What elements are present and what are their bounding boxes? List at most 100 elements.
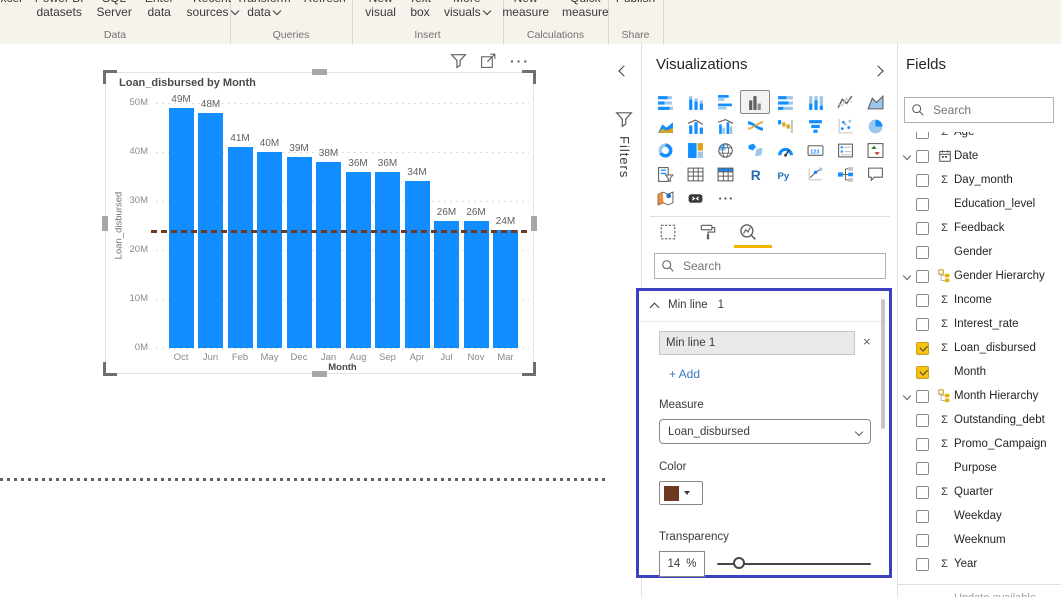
funnel-chart-icon[interactable] [800,114,830,138]
line-clustered-column-chart-icon[interactable] [710,114,740,138]
100-stacked-bar-chart-icon[interactable] [770,90,800,114]
bar-Nov[interactable] [463,221,489,348]
field-checkbox[interactable] [916,461,929,475]
field-row[interactable]: Purpose [898,456,1061,480]
ribbon-button[interactable]: Textbox [409,0,431,19]
tab-fields[interactable] [658,222,678,242]
search-input[interactable] [931,102,1061,118]
clustered-bar-chart-icon[interactable] [710,90,740,114]
matrix-icon[interactable] [710,162,740,186]
kpi-icon[interactable] [860,138,890,162]
qa-visual-icon[interactable] [860,162,890,186]
bar-Oct[interactable] [168,108,194,348]
bar-Jul[interactable] [434,221,459,348]
field-checkbox[interactable] [916,149,929,163]
line-stacked-column-chart-icon[interactable] [680,114,710,138]
field-checkbox[interactable] [916,293,929,307]
field-checkbox[interactable] [916,317,929,331]
search-input[interactable] [681,258,879,274]
ribbon-button[interactable]: Publish [616,0,655,5]
100-stacked-column-chart-icon[interactable] [800,90,830,114]
ribbon-button[interactable]: Quickmeasure [562,0,609,19]
field-checkbox[interactable] [916,389,929,403]
collapse-section-chevron-icon[interactable] [649,302,660,312]
field-checkbox[interactable] [916,533,929,547]
area-chart-icon[interactable] [860,90,890,114]
bar-Mar[interactable] [493,230,518,348]
slicer-icon[interactable] [650,162,680,186]
ribbon-button[interactable]: SQLServer [96,0,131,19]
table-icon[interactable] [680,162,710,186]
measure-dropdown[interactable]: Loan_disbursed [659,419,871,444]
ribbon-button[interactable]: Morevisuals [444,0,491,19]
ribbon-button[interactable]: Excel [0,0,22,5]
multi-row-card-icon[interactable] [830,138,860,162]
bar-Feb[interactable] [227,147,253,348]
field-row[interactable]: Σ Feedback [898,216,1061,240]
python-visual-icon[interactable]: Py [770,162,800,186]
decomposition-tree-icon[interactable] [830,162,860,186]
key-influencers-icon[interactable] [800,162,830,186]
treemap-icon[interactable] [680,138,710,162]
field-row[interactable]: Σ Day_month [898,168,1061,192]
tab-analytics[interactable] [738,222,758,242]
field-checkbox[interactable] [916,269,929,283]
field-checkbox[interactable] [916,341,929,355]
stacked-bar-chart-icon[interactable] [650,90,680,114]
fields-search[interactable] [904,97,1061,123]
map-icon[interactable] [710,138,740,162]
field-row[interactable]: Σ Interest_rate [898,312,1061,336]
field-row[interactable]: Date [898,144,1061,168]
bar-May[interactable] [257,152,282,348]
pie-chart-icon[interactable] [860,114,890,138]
expand-chevron-icon[interactable] [898,151,916,161]
field-checkbox[interactable] [916,245,929,259]
ribbon-button[interactable]: Transformdata [236,0,290,19]
add-line-link[interactable]: + Add [669,367,700,381]
field-row[interactable]: Month [898,360,1061,384]
field-row[interactable]: Σ Age [898,132,1061,144]
focus-mode-icon[interactable] [480,52,497,69]
field-checkbox[interactable] [916,413,929,427]
field-row[interactable]: Σ Year [898,552,1061,576]
report-canvas[interactable]: ··· Loan_disbursed by Month Loan_disburs… [0,44,609,597]
transparency-slider[interactable] [717,557,871,569]
min-line-section-header[interactable]: Min line 1 [649,299,724,312]
ribbon-button[interactable]: Enterdata [145,0,174,19]
bar-Aug[interactable] [345,172,371,348]
power-automate-icon[interactable] [680,186,710,210]
filled-map-icon[interactable] [740,138,770,162]
scatter-chart-icon[interactable] [830,114,860,138]
waterfall-chart-icon[interactable] [770,114,800,138]
filter-funnel-icon[interactable] [450,52,467,69]
ribbon-button[interactable]: Newvisual [365,0,396,19]
tab-format[interactable] [698,222,718,242]
field-checkbox[interactable] [916,173,929,187]
field-row[interactable]: Σ Outstanding_debt [898,408,1061,432]
field-row[interactable]: Σ Quarter [898,480,1061,504]
field-checkbox[interactable] [916,485,929,499]
field-checkbox[interactable] [916,365,929,379]
bar-Sep[interactable] [375,172,400,348]
field-checkbox[interactable] [916,197,929,211]
field-row[interactable]: Gender Hierarchy [898,264,1061,288]
ribbon-button[interactable]: Refresh [304,0,346,5]
bar-Dec[interactable] [286,157,312,348]
field-checkbox[interactable] [916,509,929,523]
delete-line-icon[interactable]: × [863,334,871,349]
expand-filters-chevron-icon[interactable] [618,62,630,80]
arcgis-map-icon[interactable] [650,186,680,210]
stacked-area-chart-icon[interactable] [650,114,680,138]
stacked-column-chart-icon[interactable] [680,90,710,114]
gauge-icon[interactable] [770,138,800,162]
transparency-input[interactable]: 14 % [659,551,705,577]
collapse-visualizations-chevron-icon[interactable] [872,62,884,80]
ribbon-chart-icon[interactable] [740,114,770,138]
bar-chart-visual[interactable]: Loan_disbursed by Month Loan_disbursed 0… [102,69,537,377]
field-row[interactable]: Weeknum [898,528,1061,552]
line-chart-icon[interactable] [830,90,860,114]
slider-handle[interactable] [733,557,745,569]
field-row[interactable]: Σ Income [898,288,1061,312]
field-row[interactable]: Weekday [898,504,1061,528]
expand-chevron-icon[interactable] [898,271,916,281]
